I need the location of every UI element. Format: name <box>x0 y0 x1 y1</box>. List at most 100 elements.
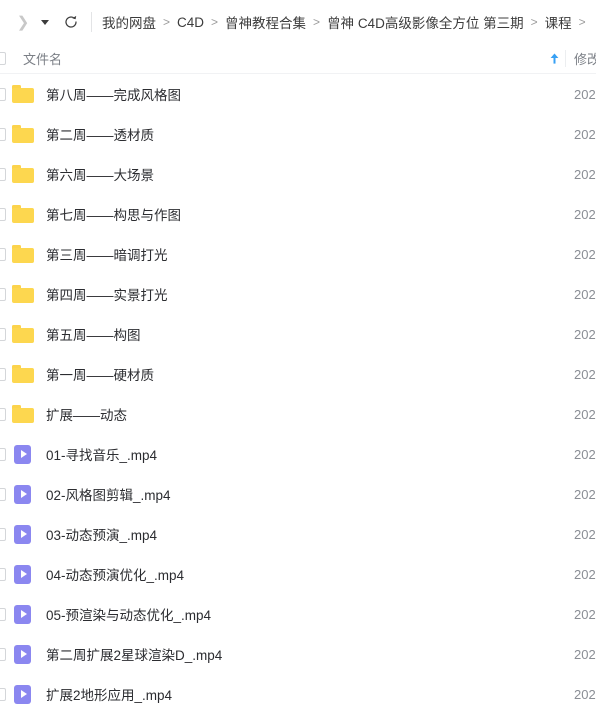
file-row[interactable]: 第八周——完成风格图 202 <box>0 74 596 114</box>
breadcrumb-separator: > <box>530 15 538 29</box>
row-checkbox-cell[interactable] <box>0 567 6 581</box>
row-checkbox-cell[interactable] <box>0 247 6 261</box>
sort-ascending-icon[interactable] <box>543 52 565 65</box>
row-checkbox[interactable] <box>0 287 6 301</box>
file-row[interactable]: 第二周扩展2星球渲染D_.mp4 202 <box>0 634 596 674</box>
file-name[interactable]: 第二周——透材质 <box>38 124 566 144</box>
row-checkbox[interactable] <box>0 367 6 381</box>
file-mtime: 202 <box>574 86 596 102</box>
file-name[interactable]: 第七周——构思与作图 <box>38 204 566 224</box>
row-checkbox[interactable] <box>0 407 6 421</box>
file-row[interactable]: 扩展2地形应用_.mp4 202 <box>0 674 596 714</box>
breadcrumb-item-2[interactable]: 曾神教程合集 <box>225 12 306 32</box>
refresh-button[interactable] <box>60 11 82 33</box>
file-name[interactable]: 第二周扩展2星球渲染D_.mp4 <box>38 644 566 664</box>
file-row[interactable]: 01-寻找音乐_.mp4 202 <box>0 434 596 474</box>
file-icon-cell <box>7 85 38 103</box>
file-icon-cell <box>7 285 38 303</box>
column-header-mtime[interactable]: 修改 <box>566 49 596 68</box>
breadcrumb-separator: > <box>211 15 219 29</box>
file-icon-cell <box>7 325 38 343</box>
row-checkbox-cell[interactable] <box>0 607 6 621</box>
file-mtime: 202 <box>574 326 596 342</box>
row-checkbox[interactable] <box>0 167 6 181</box>
row-checkbox[interactable] <box>0 207 6 221</box>
row-checkbox-cell[interactable] <box>0 447 6 461</box>
folder-icon <box>11 325 34 343</box>
file-row[interactable]: 扩展——动态 202 <box>0 394 596 434</box>
column-header-filename[interactable]: 文件名 <box>6 49 543 68</box>
folder-icon <box>11 285 34 303</box>
row-checkbox-cell[interactable] <box>0 527 6 541</box>
file-row[interactable]: 第四周——实景打光 202 <box>0 274 596 314</box>
file-name[interactable]: 第三周——暗调打光 <box>38 244 566 264</box>
breadcrumb-item-0[interactable]: 我的网盘 <box>102 12 156 32</box>
row-checkbox[interactable] <box>0 647 6 661</box>
breadcrumb-item-4[interactable]: 课程 <box>545 12 572 32</box>
video-file-icon <box>14 684 31 704</box>
file-name[interactable]: 第八周——完成风格图 <box>38 84 566 104</box>
file-row[interactable]: 第六周——大场景 202 <box>0 154 596 194</box>
row-checkbox[interactable] <box>0 687 6 701</box>
row-checkbox[interactable] <box>0 527 6 541</box>
row-checkbox-cell[interactable] <box>0 647 6 661</box>
file-name[interactable]: 03-动态预演_.mp4 <box>38 524 566 544</box>
row-checkbox[interactable] <box>0 567 6 581</box>
row-checkbox[interactable] <box>0 127 6 141</box>
file-row[interactable]: 03-动态预演_.mp4 202 <box>0 514 596 554</box>
file-name[interactable]: 扩展2地形应用_.mp4 <box>38 684 566 704</box>
file-row[interactable]: 第二周——透材质 202 <box>0 114 596 154</box>
row-checkbox-cell[interactable] <box>0 207 6 221</box>
file-name[interactable]: 第四周——实景打光 <box>38 284 566 304</box>
caret-down-icon <box>41 19 49 25</box>
row-checkbox-cell[interactable] <box>0 407 6 421</box>
row-checkbox[interactable] <box>0 247 6 261</box>
row-checkbox-cell[interactable] <box>0 167 6 181</box>
folder-icon <box>11 85 34 103</box>
row-checkbox[interactable] <box>0 607 6 621</box>
row-checkbox[interactable] <box>0 87 6 101</box>
file-name[interactable]: 第六周——大场景 <box>38 164 566 184</box>
row-checkbox-cell[interactable] <box>0 367 6 381</box>
file-row[interactable]: 第七周——构思与作图 202 <box>0 194 596 234</box>
history-dropdown-button[interactable] <box>34 11 56 33</box>
file-mtime: 202 <box>574 646 596 662</box>
video-file-icon <box>14 484 31 504</box>
row-checkbox[interactable] <box>0 447 6 461</box>
arrow-up-icon <box>550 53 558 64</box>
file-row[interactable]: 04-动态预演优化_.mp4 202 <box>0 554 596 594</box>
breadcrumb-separator: > <box>163 15 171 29</box>
forward-button[interactable]: ❯ <box>12 11 34 33</box>
file-mtime: 202 <box>574 366 596 382</box>
file-mtime: 202 <box>574 406 596 422</box>
row-checkbox-cell[interactable] <box>0 687 6 701</box>
file-name[interactable]: 01-寻找音乐_.mp4 <box>38 444 566 464</box>
row-checkbox-cell[interactable] <box>0 327 6 341</box>
file-name[interactable]: 02-风格图剪辑_.mp4 <box>38 484 566 504</box>
file-row[interactable]: 第一周——硬材质 202 <box>0 354 596 394</box>
file-name[interactable]: 扩展——动态 <box>38 404 566 424</box>
row-checkbox[interactable] <box>0 327 6 341</box>
file-mtime: 202 <box>574 606 596 622</box>
file-row[interactable]: 第三周——暗调打光 202 <box>0 234 596 274</box>
chevron-right-icon: ❯ <box>16 13 30 31</box>
file-mtime: 202 <box>574 526 596 542</box>
file-mtime: 202 <box>574 246 596 262</box>
row-checkbox-cell[interactable] <box>0 487 6 501</box>
file-mtime: 202 <box>574 566 596 582</box>
breadcrumb-item-3[interactable]: 曾神 C4D高级影像全方位 第三期 <box>327 12 524 32</box>
file-row[interactable]: 02-风格图剪辑_.mp4 202 <box>0 474 596 514</box>
file-row[interactable]: 05-预渲染与动态优化_.mp4 202 <box>0 594 596 634</box>
breadcrumb-item-1[interactable]: C4D <box>177 15 204 30</box>
file-name[interactable]: 第五周——构图 <box>38 324 566 344</box>
file-name[interactable]: 05-预渲染与动态优化_.mp4 <box>38 604 566 624</box>
row-checkbox-cell[interactable] <box>0 87 6 101</box>
file-icon-cell <box>7 644 38 664</box>
file-name[interactable]: 第一周——硬材质 <box>38 364 566 384</box>
row-checkbox-cell[interactable] <box>0 127 6 141</box>
file-name[interactable]: 04-动态预演优化_.mp4 <box>38 564 566 584</box>
column-header-row: 文件名 修改 <box>0 44 596 74</box>
row-checkbox-cell[interactable] <box>0 287 6 301</box>
file-row[interactable]: 第五周——构图 202 <box>0 314 596 354</box>
row-checkbox[interactable] <box>0 487 6 501</box>
